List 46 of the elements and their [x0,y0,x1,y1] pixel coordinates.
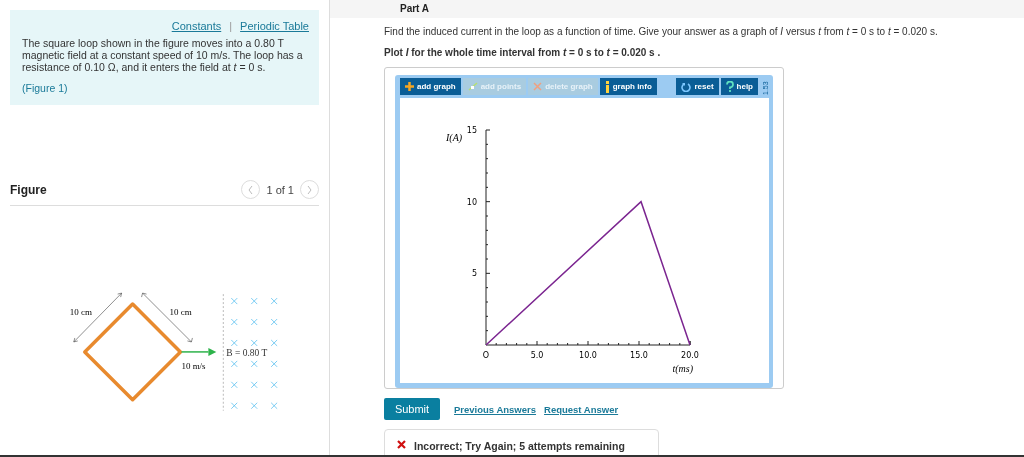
plus-icon [405,82,414,91]
line-points-icon [467,82,478,91]
reset-icon [681,81,692,92]
cross-icon [533,82,543,91]
length-label: 10 cm [69,307,92,318]
velocity-arrow [180,347,217,356]
dimension-arrow [73,292,122,343]
tick-label: O [482,351,490,360]
chevron-right-icon [307,185,312,194]
toolbar-button[interactable]: graph info [599,78,657,95]
figure-title: Figure [10,182,47,197]
question-text: Find the induced current in the loop as a function of time. Give your answer as a graph of I versus t from t = 0 s to t = 0.020 s. [384,26,939,37]
dimension-arrow [141,292,193,343]
length-label: 10 cm [169,307,192,318]
next-button[interactable] [300,180,319,199]
periodic-table-link[interactable]: Periodic Table [240,20,309,32]
toolbar-button[interactable]: add graph [400,78,461,95]
toolbar-button[interactable]: reset [676,78,719,95]
tick-label: 5.0 [530,351,544,360]
figure-link[interactable]: (Figure 1) [22,82,68,94]
tick-label: 10.0 [579,351,597,360]
answer-link[interactable]: Request Answer [544,403,619,415]
question-icon [725,81,734,92]
submit-button[interactable]: Submit [384,398,440,420]
tick-label: 20.0 [681,351,699,360]
cross-icon [397,440,406,449]
feedback-text: Incorrect; Try Again; 5 attempts remaining [414,440,625,452]
axis-label: t(ms) [672,363,693,374]
tick-label: 10 [466,197,477,207]
tick-label: 15.0 [630,351,648,360]
answer-link[interactable]: Previous Answers [454,403,537,415]
previous-button[interactable] [241,180,261,199]
tick-label: 15 [466,126,477,135]
axis-label: I(A) [446,132,463,143]
speed-label: 10 m/s [181,360,206,371]
part-title: Part A [400,3,430,15]
toolbar-button[interactable]: help [720,78,758,95]
page-counter: 1 of 1 [266,183,294,196]
tick-label: 5 [471,269,477,279]
constants-link[interactable]: Constants [171,20,222,32]
instruction-text: Plot I for the whole time interval from t = 0 s to t = 0.020 s . [384,47,662,58]
link-separator: | [229,20,233,32]
problem-text: The square loop shown in the figure moves into a 0.80 T magnetic field at a constant speed of 10 m/s. The loop has a resistance of 0.10 Ω, and it enters the field at t = 0 s. [22,37,304,73]
field-label: B = 0.80 T [226,347,268,358]
chevron-left-icon [248,185,254,194]
info-icon [604,80,610,93]
